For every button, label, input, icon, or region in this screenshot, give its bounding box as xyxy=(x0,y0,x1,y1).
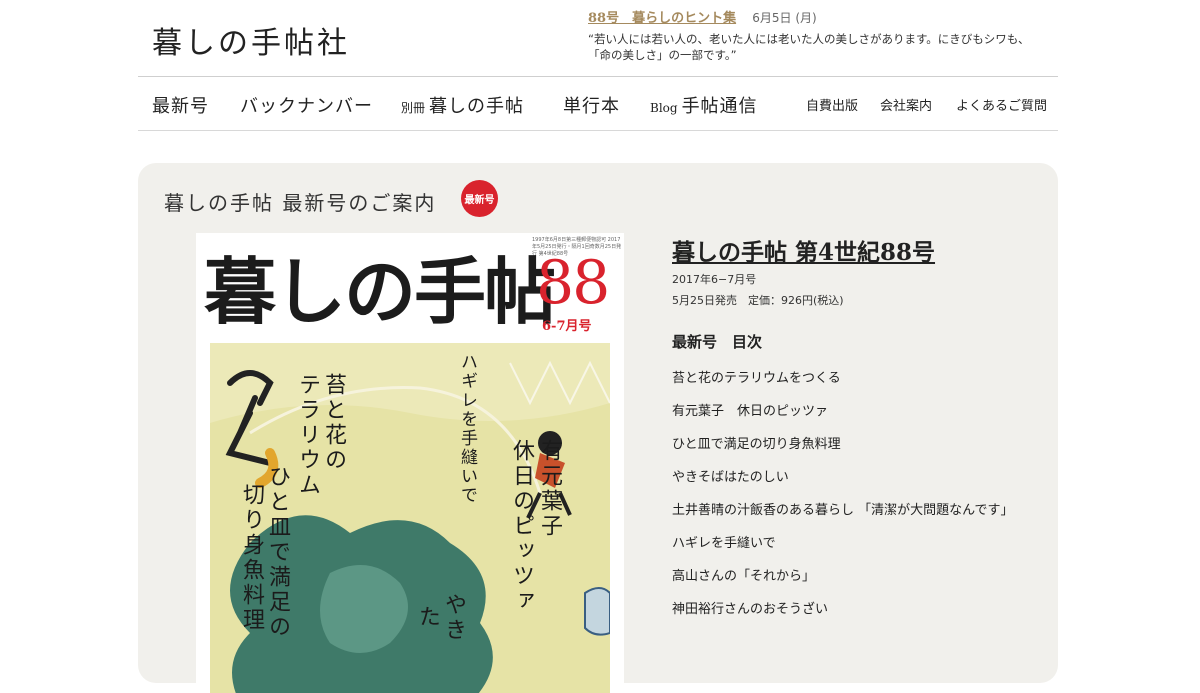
cover-headline-fish-2: 切り身魚料理 xyxy=(239,483,264,633)
nav-bottom-rule xyxy=(138,130,1058,131)
hint-link[interactable]: 88号 暮らしのヒント集 xyxy=(588,11,736,26)
nav-self-publishing[interactable]: 自費出版 xyxy=(806,95,858,114)
hint-date: 6月5日 (月) xyxy=(752,11,817,25)
panel-title: 暮しの手帖 最新号のご案内 xyxy=(164,191,437,215)
main-nav: 最新号 バックナンバー 別冊 暮しの手帖 単行本 Blog 手帖通信 自費出版 会社… xyxy=(138,77,1058,130)
cover-headline-terrarium-1: 苔と花の xyxy=(321,373,346,473)
nav-bessatsu-label: 暮しの手帖 xyxy=(429,96,525,117)
nav-company[interactable]: 会社案内 xyxy=(880,95,932,114)
cover-issue-label: 6-7月号 xyxy=(542,319,592,334)
issue-title-link[interactable]: 暮しの手帖 第4世紀88号 xyxy=(672,233,935,267)
toc-item: 苔と花のテラリウムをつくる xyxy=(672,371,841,386)
cover-headline-terrarium-2: テラリウム xyxy=(295,373,320,498)
hint-block: 88号 暮らしのヒント集 6月5日 (月) “若い人には若い人の、老いた人には老… xyxy=(588,9,1038,63)
cover-illustration: 苔と花の テラリウム ハギレを手縫いで 有元葉子 休日のピッツァ ひと皿で満足の… xyxy=(210,343,611,693)
hint-quote: “若い人には若い人の、老いた人には老いた人の美しさがあります。にきびもシワも、「… xyxy=(588,32,1030,62)
cover-headline-yakisoba-1: やき xyxy=(441,593,466,643)
nav-backnumber[interactable]: バックナンバー xyxy=(240,92,373,118)
cover-title: 暮しの手帖 xyxy=(204,249,556,334)
issue-release: 5月25日発売 定価：926円(税込) xyxy=(672,294,844,307)
nav-books[interactable]: 単行本 xyxy=(563,92,620,118)
cover-headline-fish-1: ひと皿で満足の xyxy=(265,465,290,640)
nav-latest[interactable]: 最新号 xyxy=(152,92,209,118)
toc-list: 苔と花のテラリウムをつくる 有元葉子 休日のピッツァ ひと皿で満足の切り身魚料理… xyxy=(672,368,1032,632)
nav-faq[interactable]: よくあるご質問 xyxy=(956,95,1047,114)
toc-item: ひと皿で満足の切り身魚料理 xyxy=(672,437,841,452)
toc-item: ハギレを手縫いで xyxy=(672,536,776,551)
nav-bessatsu[interactable]: 別冊 暮しの手帖 xyxy=(401,92,524,118)
cover-headline-yakisoba-2: た xyxy=(415,605,440,630)
toc-item: 土井善晴の汁飯香のある暮らし 「清潔が大問題なんです」 xyxy=(672,503,1014,518)
cover-issue-number: 88 xyxy=(536,248,610,318)
toc-item: 神田裕行さんのおそうざい xyxy=(672,602,829,617)
site-logo[interactable]: 暮しの手帖社 xyxy=(152,18,350,62)
nav-blog-label: 手帖通信 xyxy=(681,96,758,117)
cover-headline-arimoto: 有元葉子 xyxy=(537,439,562,539)
cover-image[interactable]: 1997年6月8日第三種郵便物認可 2017年5月25日発行・隔月1回奇数月25… xyxy=(196,233,624,693)
toc-item: 有元葉子 休日のピッツァ xyxy=(672,404,829,419)
issue-period: 2017年6−7月号 xyxy=(672,273,757,286)
toc-item: やきそばはたのしい xyxy=(672,470,789,485)
nav-blog[interactable]: Blog 手帖通信 xyxy=(650,92,758,118)
toc-heading: 最新号 目次 xyxy=(672,333,763,351)
latest-issue-panel: 暮しの手帖 最新号のご案内 最新号 1997年6月8日第三種郵便物認可 2017… xyxy=(138,163,1058,693)
latest-badge: 最新号 xyxy=(461,180,498,217)
cover-headline-hagire: ハギレを手縫いで xyxy=(457,353,477,505)
nav-bessatsu-prefix: 別冊 xyxy=(401,101,426,115)
toc-item: 高山さんの「それから」 xyxy=(672,569,816,584)
cover-headline-pizza: 休日のピッツァ xyxy=(509,439,534,614)
nav-blog-prefix: Blog xyxy=(650,101,678,115)
